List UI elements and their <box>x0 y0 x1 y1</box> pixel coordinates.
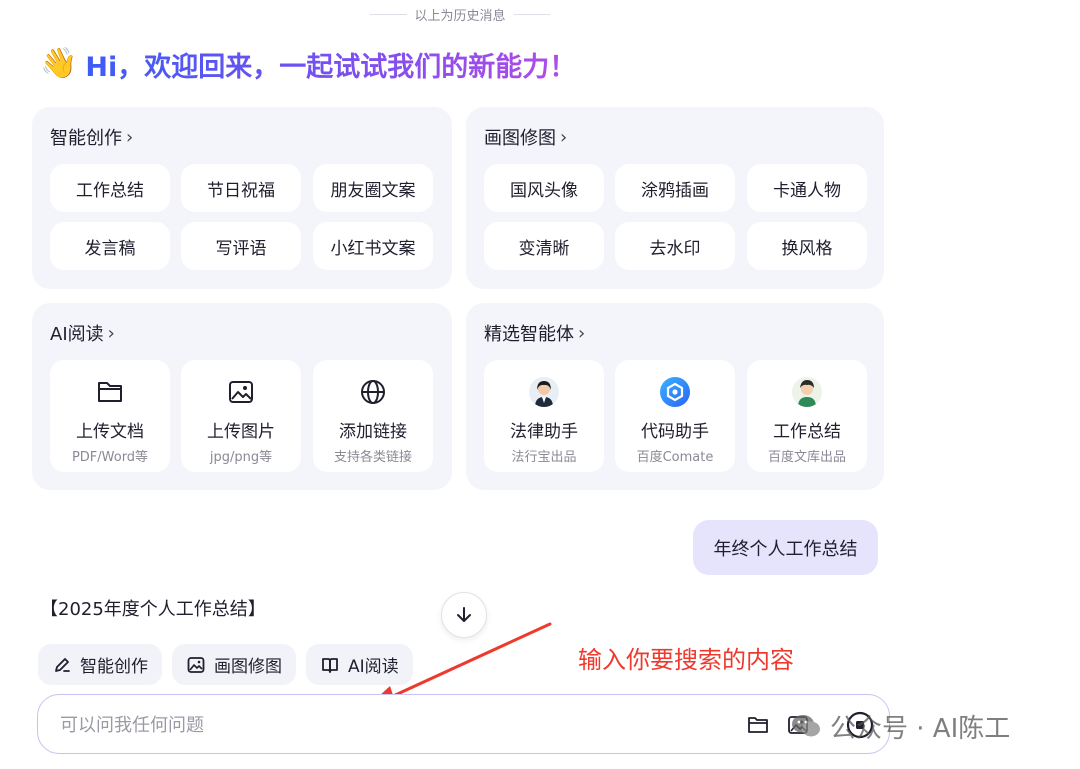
folder-icon <box>748 717 768 733</box>
card-upload-image[interactable]: 上传图片 jpg/png等 <box>181 360 301 472</box>
greeting: 👋 Hi，欢迎回来，一起试试我们的新能力！ <box>40 42 576 86</box>
history-divider-text: 以上为历史消息 <box>414 8 506 24</box>
divider-line-right <box>513 13 551 15</box>
chip-drawing-2[interactable]: 涂鸦插画 <box>615 164 735 212</box>
assistant-reply: 【2025年度个人工作总结】 <box>40 599 266 620</box>
chip-drawing-3[interactable]: 卡通人物 <box>747 164 867 212</box>
annotation-text: 输入你要搜索的内容 <box>578 646 794 674</box>
section-drawing: 画图修图 › 国风头像 涂鸦插画 卡通人物 变清晰 去水印 换风格 <box>466 107 884 289</box>
folder-icon <box>96 376 124 408</box>
chat-input-box <box>37 694 890 754</box>
tool-smart-writing[interactable]: 智能创作 <box>38 644 162 685</box>
card-subtitle: jpg/png等 <box>209 450 273 465</box>
section-drawing-title: 画图修图 <box>484 128 556 149</box>
image-edit-icon <box>187 656 205 673</box>
greeting-title: Hi，欢迎回来，一起试试我们的新能力！ <box>85 45 576 84</box>
user-message-bubble: 年终个人工作总结 <box>693 520 878 575</box>
watermark: 公众号 · AI陈工 <box>790 706 1010 746</box>
globe-icon <box>359 376 387 408</box>
chip-writing-5[interactable]: 写评语 <box>181 222 301 270</box>
lawyer-avatar <box>529 377 559 407</box>
chip-writing-3[interactable]: 朋友圈文案 <box>313 164 433 212</box>
chevron-right-icon: › <box>560 126 568 148</box>
divider-line-left <box>370 13 407 15</box>
card-agent-summary[interactable]: 工作总结 百度文库出品 <box>747 360 867 472</box>
section-agents-title: 精选智能体 <box>484 324 574 345</box>
section-drawing-header[interactable]: 画图修图 › <box>484 124 567 150</box>
worker-avatar <box>792 377 822 407</box>
card-subtitle: 百度Comate <box>636 450 714 465</box>
card-title: 上传图片 <box>207 422 275 442</box>
card-title: 上传文档 <box>76 422 144 442</box>
chip-drawing-4[interactable]: 变清晰 <box>484 222 604 270</box>
card-subtitle: 百度文库出品 <box>767 450 846 465</box>
comate-logo <box>660 377 690 407</box>
card-agent-legal[interactable]: 法律助手 法行宝出品 <box>484 360 604 472</box>
chip-writing-1[interactable]: 工作总结 <box>50 164 170 212</box>
card-title: 添加链接 <box>339 422 407 442</box>
card-subtitle: 法行宝出品 <box>511 450 577 465</box>
section-agents-header[interactable]: 精选智能体 › <box>484 320 585 346</box>
chip-drawing-5[interactable]: 去水印 <box>615 222 735 270</box>
section-agents: 精选智能体 › 法律助手 法行宝出品 代码助手 百度Comate 工作总结 百度… <box>466 303 884 490</box>
section-reading-title: AI阅读 <box>50 324 104 345</box>
chevron-right-icon: › <box>126 126 134 148</box>
card-title: 法律助手 <box>510 422 578 442</box>
tool-label: 画图修图 <box>214 657 282 677</box>
card-title: 工作总结 <box>773 422 841 442</box>
pen-sparkle-icon <box>55 657 70 672</box>
chevron-right-icon: › <box>107 322 115 344</box>
watermark-text: 公众号 · AI陈工 <box>830 713 1011 744</box>
image-icon <box>227 376 255 408</box>
section-reading: AI阅读 › 上传文档 PDF/Word等 上传图片 jpg/png等 添加链接… <box>32 303 452 490</box>
card-agent-code[interactable]: 代码助手 百度Comate <box>615 360 735 472</box>
section-reading-header[interactable]: AI阅读 › <box>50 320 115 346</box>
chip-writing-2[interactable]: 节日祝福 <box>181 164 301 212</box>
section-writing: 智能创作 › 工作总结 节日祝福 朋友圈文案 发言稿 写评语 小红书文案 <box>32 107 452 289</box>
chip-writing-6[interactable]: 小红书文案 <box>313 222 433 270</box>
section-writing-header[interactable]: 智能创作 › <box>50 124 133 150</box>
chip-drawing-6[interactable]: 换风格 <box>747 222 867 270</box>
section-writing-title: 智能创作 <box>50 128 122 149</box>
tool-label: 智能创作 <box>80 657 148 677</box>
tool-image-edit[interactable]: 画图修图 <box>172 644 296 685</box>
chip-drawing-1[interactable]: 国风头像 <box>484 164 604 212</box>
card-upload-document[interactable]: 上传文档 PDF/Word等 <box>50 360 170 472</box>
waving-hand-icon: 👋 <box>40 46 78 81</box>
card-subtitle: PDF/Word等 <box>71 450 149 465</box>
card-subtitle: 支持各类链接 <box>333 450 412 465</box>
chip-writing-4[interactable]: 发言稿 <box>50 222 170 270</box>
chat-input[interactable] <box>60 709 700 741</box>
attach-file-button[interactable] <box>744 711 772 739</box>
wechat-icon <box>792 715 820 737</box>
chevron-right-icon: › <box>578 322 586 344</box>
card-add-link[interactable]: 添加链接 支持各类链接 <box>313 360 433 472</box>
history-divider: 以上为历史消息 <box>370 5 551 24</box>
card-title: 代码助手 <box>641 422 709 442</box>
book-icon <box>322 657 338 673</box>
